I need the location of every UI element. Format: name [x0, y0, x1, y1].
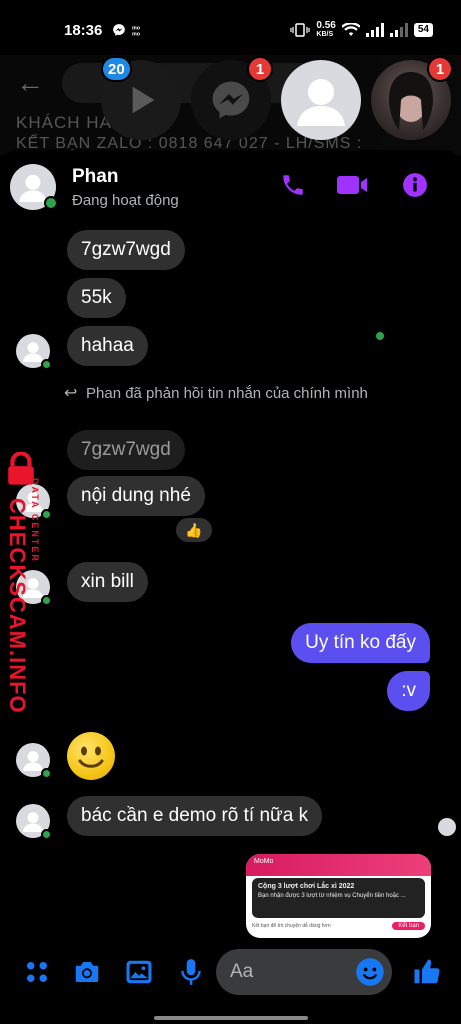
back-arrow-icon: ←: [16, 67, 44, 98]
message-bubble-incoming[interactable]: 55k: [67, 278, 126, 318]
chat-head-video[interactable]: 20: [101, 56, 181, 140]
message-bubble-incoming[interactable]: bác cần e demo rõ tí nữa k: [67, 796, 323, 836]
attachment-card: Cộng 3 lượt chơi Lắc xì 2022 Bạn nhận đư…: [252, 878, 425, 918]
composer: [0, 945, 461, 1001]
phone-icon[interactable]: [280, 172, 306, 198]
sender-avatar[interactable]: [16, 743, 52, 779]
vibrate-icon: [290, 23, 311, 37]
message-bubble-incoming[interactable]: hahaa: [67, 326, 148, 366]
network-speed: 0.56 KB/S: [316, 20, 336, 39]
badge-girl: 1: [427, 56, 453, 82]
smile-emoji-icon: [78, 746, 104, 768]
contact-status: Đang hoạt động: [72, 192, 179, 209]
sender-avatar[interactable]: [16, 484, 52, 520]
sender-avatar[interactable]: [16, 804, 52, 840]
contact-avatar[interactable]: [10, 164, 58, 210]
online-indicator: [41, 768, 52, 779]
messenger-logo-icon: [212, 81, 250, 119]
video-online-dot: [374, 330, 386, 342]
signal-icon: [365, 23, 384, 37]
play-icon: [132, 86, 155, 114]
status-right: 0.56 KB/S 54: [290, 21, 433, 39]
online-indicator: [44, 196, 58, 210]
sender-avatar[interactable]: [16, 334, 52, 370]
online-indicator: [41, 829, 52, 840]
camera-icon[interactable]: [72, 957, 102, 987]
message-bubble-incoming[interactable]: xin bill: [67, 562, 148, 602]
attachment-title: Cộng 3 lượt chơi Lắc xì 2022: [258, 883, 355, 890]
attachment-footer-text: Kết bạn để trò chuyện dễ dàng hơn: [252, 923, 331, 929]
reaction-badge[interactable]: 👍: [174, 516, 214, 544]
status-time: 18:36: [64, 21, 103, 39]
momo-icon: momo: [132, 25, 141, 37]
messenger-icon: [113, 24, 126, 36]
default-avatar-icon: [297, 79, 345, 126]
attachment-header: MoMo: [246, 854, 431, 876]
emoji-icon[interactable]: [355, 957, 385, 987]
attachment-button: Kết bạn: [392, 922, 425, 930]
reply-note: ↩ Phan đã phản hồi tin nhắn của chính mì…: [64, 385, 376, 403]
svg-text:mo: mo: [132, 31, 141, 37]
reply-note-text: Phan đã phản hồi tin nhắn của chính mình: [86, 385, 368, 402]
chat-head-girl[interactable]: 1: [371, 56, 453, 140]
online-indicator: [41, 359, 52, 370]
message-bubble-outgoing[interactable]: :v: [387, 671, 430, 711]
reply-arrow-icon: ↩: [64, 385, 78, 402]
video-icon[interactable]: [337, 174, 371, 196]
like-icon[interactable]: [412, 957, 442, 987]
thumbs-up-reaction-icon: 👍: [185, 521, 203, 538]
badge-messenger: 1: [247, 56, 273, 82]
attachment-body: Bạn nhận được 3 lượt từ nhiệm vụ Chuyển …: [258, 893, 406, 899]
signal-icon-2: [389, 23, 408, 37]
battery-icon: 54: [413, 23, 433, 37]
image-attachment[interactable]: MoMo Cộng 3 lượt chơi Lắc xì 2022 Bạn nh…: [246, 854, 431, 938]
smile-emoji-message[interactable]: [67, 732, 115, 780]
sender-avatar[interactable]: [16, 570, 52, 606]
svg-text:mo: mo: [132, 25, 141, 31]
badge-video: 20: [101, 56, 132, 82]
message-bubble-incoming[interactable]: 7gzw7wgd: [67, 230, 185, 270]
chat-head-contact[interactable]: [281, 60, 361, 140]
image-icon[interactable]: [124, 957, 154, 987]
mic-icon[interactable]: [176, 957, 206, 987]
message-bubble-incoming[interactable]: nội dung nhé: [67, 476, 205, 516]
quoted-message[interactable]: 7gzw7wgd: [67, 430, 185, 470]
notification-icons: mo mo: [112, 23, 150, 37]
wifi-icon: [341, 23, 360, 36]
online-indicator: [41, 509, 52, 520]
status-bar: 18:36 mo mo 0.56 KB/S 54: [0, 0, 461, 60]
background-text-1: KHÁCH HÀ: [16, 113, 112, 132]
message-bubble-outgoing[interactable]: Uy tín ko đấy: [291, 623, 430, 663]
online-indicator: [41, 595, 52, 606]
attachment-footer: Kết bạn để trò chuyện dễ dàng hơn Kết bạ…: [252, 920, 425, 932]
home-indicator[interactable]: [154, 1016, 308, 1020]
info-icon[interactable]: [402, 172, 428, 198]
contact-name[interactable]: Phan: [72, 166, 118, 188]
chat-head-messenger[interactable]: 1: [191, 56, 273, 140]
menu-dots-icon[interactable]: [22, 957, 52, 987]
seen-indicator-avatar: [438, 818, 456, 836]
chat-header: Phan Đang hoạt động: [0, 150, 461, 342]
chat-panel: Phan Đang hoạt động 7gzw7wgd 55k hahaa ↩…: [0, 150, 461, 1024]
